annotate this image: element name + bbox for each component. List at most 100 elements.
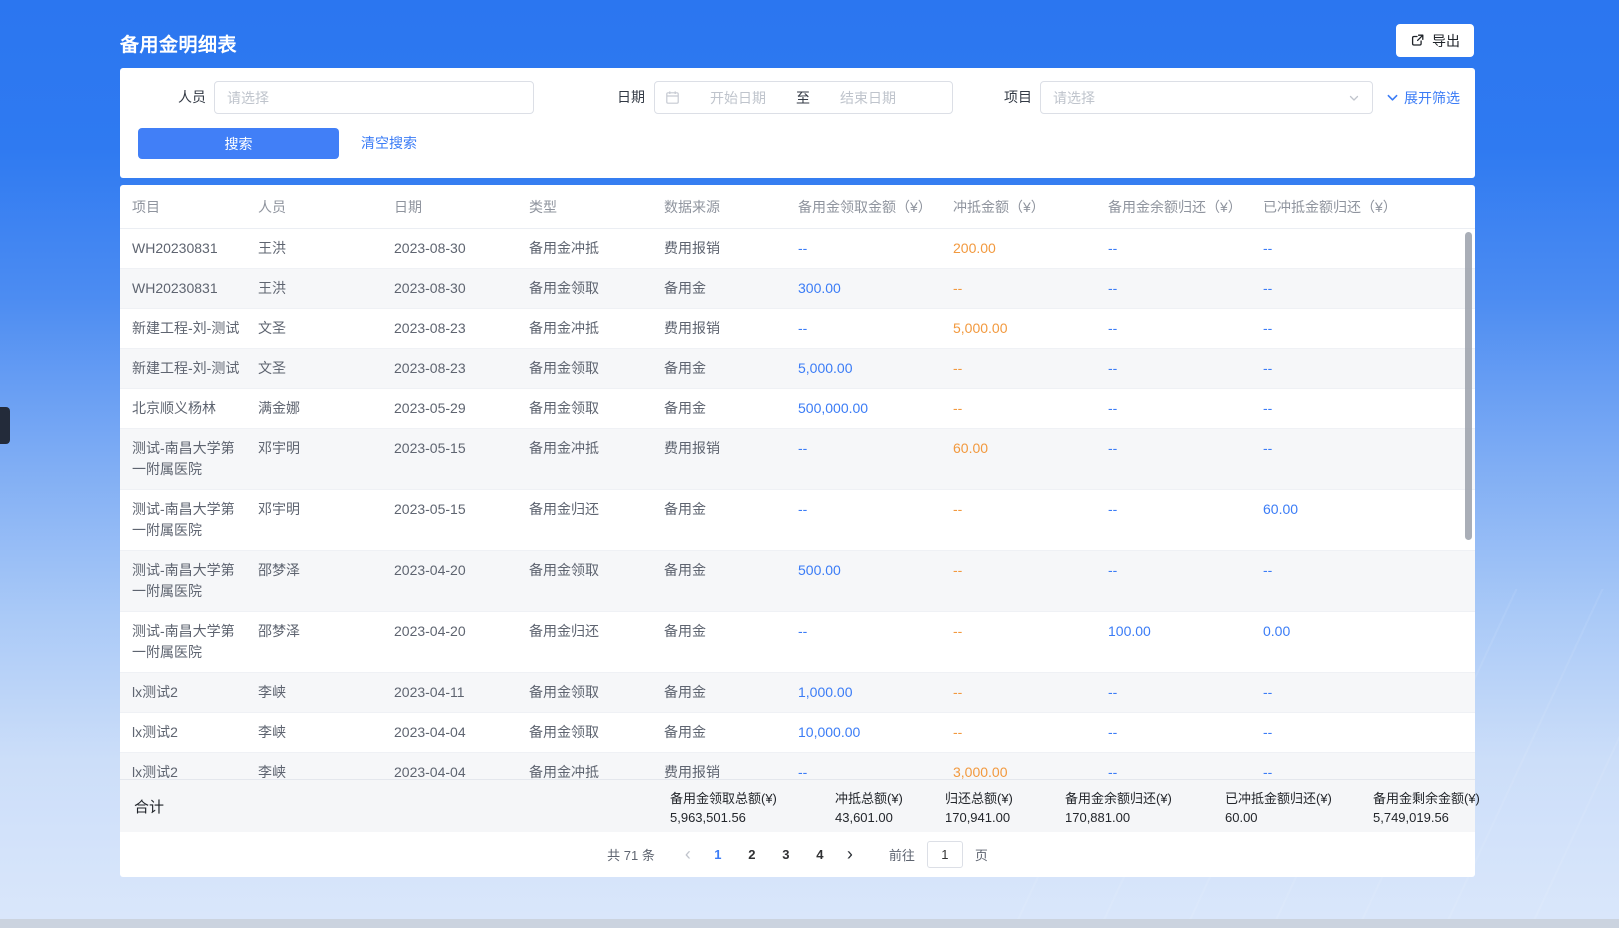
table-row[interactable]: 测试-南昌大学第一附属医院 邓宇明 2023-05-15 备用金归还 备用金 -… (120, 490, 1475, 551)
table-row[interactable]: lx测试2 李峡 2023-04-04 备用金冲抵 费用报销 -- 3,000.… (120, 753, 1475, 779)
date-to-label: 至 (796, 88, 810, 108)
bottom-scrollbar-track[interactable] (0, 919, 1619, 928)
search-button[interactable]: 搜索 (138, 128, 339, 159)
page-number-button[interactable]: 1 (705, 843, 731, 866)
next-page-button[interactable]: › (841, 845, 859, 863)
export-button[interactable]: 导出 (1396, 24, 1474, 57)
cell-date: 2023-08-30 (394, 269, 529, 308)
pagination-total-text: 共 71 条 (607, 845, 655, 864)
table-row[interactable]: 北京顺义杨林 满金娜 2023-05-29 备用金领取 备用金 500,000.… (120, 389, 1475, 429)
column-header-person: 人员 (258, 197, 394, 217)
table-row[interactable]: 测试-南昌大学第一附属医院 邵梦泽 2023-04-20 备用金领取 备用金 5… (120, 551, 1475, 612)
cell-source: 费用报销 (664, 229, 798, 268)
column-header-received: 备用金领取金额（¥） (798, 197, 953, 217)
cell-type: 备用金冲抵 (529, 229, 664, 268)
cell-source: 备用金 (664, 551, 798, 611)
cell-balance-returned: -- (1108, 229, 1263, 268)
export-icon (1410, 33, 1425, 48)
cell-amount-offset: 5,000.00 (953, 309, 1108, 348)
cell-type: 备用金领取 (529, 673, 664, 712)
cell-offset-returned: -- (1263, 429, 1475, 489)
cell-date: 2023-08-30 (394, 229, 529, 268)
cell-source: 备用金 (664, 612, 798, 672)
cell-amount-received: 10,000.00 (798, 713, 953, 752)
side-drawer-handle[interactable] (0, 407, 10, 444)
cell-type: 备用金归还 (529, 612, 664, 672)
pagination: 共 71 条 ‹ 1234 › 前往 页 (120, 832, 1475, 876)
table-row[interactable]: WH20230831 王洪 2023-08-30 备用金冲抵 费用报销 -- 2… (120, 229, 1475, 269)
summary-item-value: 5,749,019.56 (1373, 810, 1480, 825)
cell-type: 备用金冲抵 (529, 429, 664, 489)
chevron-down-icon (1348, 92, 1360, 104)
page-number-button[interactable]: 3 (773, 843, 799, 866)
cell-project: 新建工程-刘-测试 (120, 309, 258, 348)
cell-date: 2023-04-11 (394, 673, 529, 712)
table-header: 项目 人员 日期 类型 数据来源 备用金领取金额（¥） 冲抵金额（¥） 备用金余… (120, 185, 1475, 229)
cell-source: 费用报销 (664, 753, 798, 779)
cell-offset-returned: -- (1263, 349, 1475, 388)
cell-person: 邵梦泽 (258, 551, 394, 611)
cell-balance-returned: -- (1108, 673, 1263, 712)
export-button-label: 导出 (1432, 31, 1460, 51)
table-row[interactable]: 测试-南昌大学第一附属医院 邓宇明 2023-05-15 备用金冲抵 费用报销 … (120, 429, 1475, 490)
person-select-input[interactable] (227, 90, 521, 106)
project-select[interactable] (1040, 81, 1373, 114)
goto-page-input[interactable] (927, 841, 963, 868)
cell-project: 测试-南昌大学第一附属医院 (120, 490, 258, 550)
chevron-down-icon (1386, 91, 1399, 104)
summary-item-label: 已冲抵金额归还(¥) (1225, 788, 1373, 807)
cell-amount-received: -- (798, 229, 953, 268)
cell-amount-received: -- (798, 753, 953, 779)
cell-date: 2023-04-04 (394, 713, 529, 752)
page-number-button[interactable]: 2 (739, 843, 765, 866)
cell-project: lx测试2 (120, 713, 258, 752)
summary-item-label: 备用金余额归还(¥) (1065, 788, 1225, 807)
summary-item: 已冲抵金额归还(¥) 60.00 (1225, 788, 1373, 825)
cell-amount-offset: -- (953, 551, 1108, 611)
cell-amount-received: 500.00 (798, 551, 953, 611)
cell-offset-returned: -- (1263, 713, 1475, 752)
table-body: WH20230831 王洪 2023-08-30 备用金冲抵 费用报销 -- 2… (120, 229, 1475, 779)
cell-project: 测试-南昌大学第一附属医院 (120, 612, 258, 672)
cell-date: 2023-05-15 (394, 429, 529, 489)
summary-item-value: 5,963,501.56 (670, 810, 835, 825)
column-header-offset: 冲抵金额（¥） (953, 197, 1108, 217)
expand-filter-label: 展开筛选 (1404, 88, 1460, 108)
summary-item: 备用金领取总额(¥) 5,963,501.56 (670, 788, 835, 825)
cell-balance-returned: -- (1108, 269, 1263, 308)
cell-balance-returned: -- (1108, 490, 1263, 550)
cell-amount-received: -- (798, 309, 953, 348)
cell-balance-returned: -- (1108, 429, 1263, 489)
column-header-source: 数据来源 (664, 197, 798, 217)
table-scrollbar[interactable] (1465, 232, 1472, 540)
table-row[interactable]: 测试-南昌大学第一附属医院 邵梦泽 2023-04-20 备用金归还 备用金 -… (120, 612, 1475, 673)
table-row[interactable]: lx测试2 李峡 2023-04-11 备用金领取 备用金 1,000.00 -… (120, 673, 1475, 713)
cell-source: 备用金 (664, 269, 798, 308)
cell-amount-offset: 200.00 (953, 229, 1108, 268)
cell-amount-offset: -- (953, 490, 1108, 550)
summary-item: 备用金剩余金额(¥) 5,749,019.56 (1373, 788, 1480, 825)
table-row[interactable]: 新建工程-刘-测试 文圣 2023-08-23 备用金领取 备用金 5,000.… (120, 349, 1475, 389)
date-filter-label: 日期 (617, 81, 645, 114)
page-number-button[interactable]: 4 (807, 843, 833, 866)
summary-item-label: 备用金领取总额(¥) (670, 788, 835, 807)
project-select-input[interactable] (1053, 90, 1348, 106)
cell-project: 测试-南昌大学第一附属医院 (120, 551, 258, 611)
cell-person: 邵梦泽 (258, 612, 394, 672)
summary-item: 归还总额(¥) 170,941.00 (945, 788, 1065, 825)
cell-person: 邓宇明 (258, 490, 394, 550)
cell-offset-returned: -- (1263, 753, 1475, 779)
cell-amount-received: -- (798, 612, 953, 672)
start-date-input[interactable] (684, 90, 792, 106)
date-range-picker[interactable]: 至 (654, 81, 953, 114)
end-date-input[interactable] (814, 90, 922, 106)
expand-filter-link[interactable]: 展开筛选 (1386, 81, 1460, 114)
table-row[interactable]: WH20230831 王洪 2023-08-30 备用金领取 备用金 300.0… (120, 269, 1475, 309)
person-select[interactable] (214, 81, 534, 114)
page-number-list: 1234 (705, 843, 833, 866)
table-row[interactable]: lx测试2 李峡 2023-04-04 备用金领取 备用金 10,000.00 … (120, 713, 1475, 753)
table-row[interactable]: 新建工程-刘-测试 文圣 2023-08-23 备用金冲抵 费用报销 -- 5,… (120, 309, 1475, 349)
prev-page-button[interactable]: ‹ (679, 845, 697, 863)
column-header-type: 类型 (529, 197, 664, 217)
clear-search-button[interactable]: 清空搜索 (361, 128, 417, 159)
